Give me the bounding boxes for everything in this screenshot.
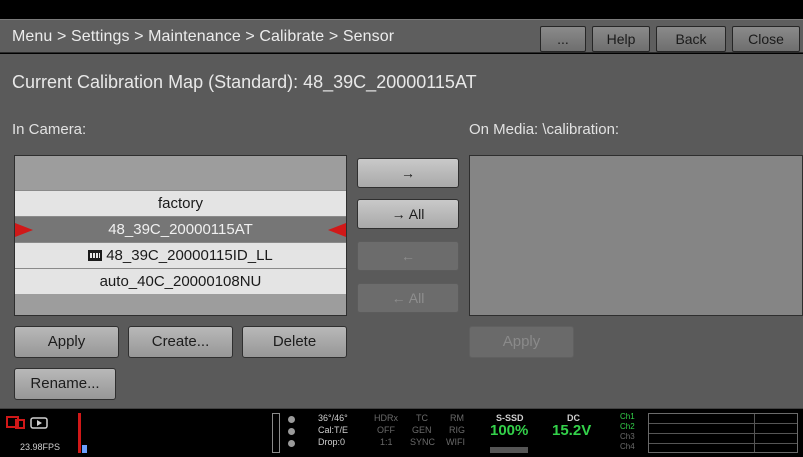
battery-voltage: 15.2V — [552, 422, 592, 439]
sensor-temp: 36°/46° — [318, 413, 348, 423]
list-item-selected[interactable]: 48_39C_20000115AT — [15, 216, 346, 242]
level-meter — [272, 413, 280, 453]
copy-all-to-camera-button[interactable]: ← All — [357, 283, 459, 313]
on-media-label: On Media: \calibration: — [469, 121, 620, 138]
sync-label: SYNC — [410, 437, 436, 447]
gen-label: GEN — [412, 425, 432, 435]
copy-to-media-button[interactable]: → — [357, 158, 459, 188]
status-dot-icon — [288, 428, 295, 435]
histogram-icon — [82, 445, 87, 453]
in-camera-label: In Camera: — [12, 121, 87, 138]
media-apply-button[interactable]: Apply — [469, 326, 574, 358]
cal-status: Cal:T/E — [318, 425, 349, 435]
create-button[interactable]: Create... — [128, 326, 233, 358]
list-item-label: auto_40C_20000108NU — [99, 273, 262, 290]
hdrx-value: OFF — [377, 425, 395, 435]
copy-all-to-media-button[interactable]: → All — [357, 199, 459, 229]
media-percent: 100% — [490, 422, 529, 439]
audio-ch2-label: Ch2 — [620, 422, 635, 431]
rm-label: RM — [450, 413, 464, 423]
status-dot-icon — [288, 416, 295, 423]
back-button[interactable]: Back — [656, 26, 726, 52]
record-camera-icon[interactable] — [6, 413, 66, 433]
list-item[interactable]: 48_39C_20000115ID_LL — [15, 242, 346, 268]
current-calibration-map: Current Calibration Map (Standard): 48_3… — [12, 72, 477, 92]
tc-label: TC — [416, 413, 428, 423]
drop-count: Drop:0 — [318, 437, 346, 447]
more-button[interactable]: ... — [540, 26, 586, 52]
selection-arrow-left-icon — [15, 223, 33, 237]
apply-button[interactable]: Apply — [14, 326, 119, 358]
list-item-label: 48_39C_20000115ID_LL — [106, 247, 273, 264]
audio-ch1-label: Ch1 — [620, 412, 635, 421]
list-item[interactable]: auto_40C_20000108NU — [15, 268, 346, 294]
sensor-calibration-panel: Current Calibration Map (Standard): 48_3… — [0, 54, 803, 408]
rename-button[interactable]: Rename... — [14, 368, 116, 400]
delete-button[interactable]: Delete — [242, 326, 347, 358]
audio-ch3-label: Ch3 — [620, 432, 635, 441]
title-bar: Menu > Settings > Maintenance > Calibrat… — [0, 19, 803, 53]
audio-meters — [648, 413, 798, 453]
hdrx-label: HDRx — [374, 413, 398, 423]
breadcrumb: Menu > Settings > Maintenance > Calibrat… — [12, 28, 395, 45]
wifi-label: WIFI — [446, 437, 465, 447]
status-dot-icon — [288, 440, 295, 447]
aspect-ratio: 1:1 — [380, 437, 393, 447]
film-icon — [88, 250, 103, 261]
close-button[interactable]: Close — [732, 26, 800, 52]
copy-to-camera-button[interactable]: ← — [357, 241, 459, 271]
audio-ch4-label: Ch4 — [620, 442, 635, 451]
help-button[interactable]: Help — [592, 26, 650, 52]
list-item[interactable]: factory — [15, 190, 346, 216]
selection-arrow-right-icon — [328, 223, 346, 237]
list-item-label: 48_39C_20000115AT — [108, 221, 253, 238]
camera-screen: Menu > Settings > Maintenance > Calibrat… — [0, 0, 803, 457]
list-item-label: factory — [157, 195, 203, 212]
fps-readout: 23.98FPS — [20, 442, 61, 452]
camera-calibration-list[interactable]: factory 48_39C_20000115AT 48_39C_2000011… — [14, 155, 347, 316]
media-calibration-list[interactable] — [469, 155, 803, 316]
rig-label: RIG — [449, 425, 466, 435]
audio-meter-bar — [78, 413, 81, 453]
status-bar: 23.98FPS 36°/46° Cal:T/E Drop:0 HDRx OFF… — [0, 408, 803, 457]
media-bar — [490, 447, 528, 453]
